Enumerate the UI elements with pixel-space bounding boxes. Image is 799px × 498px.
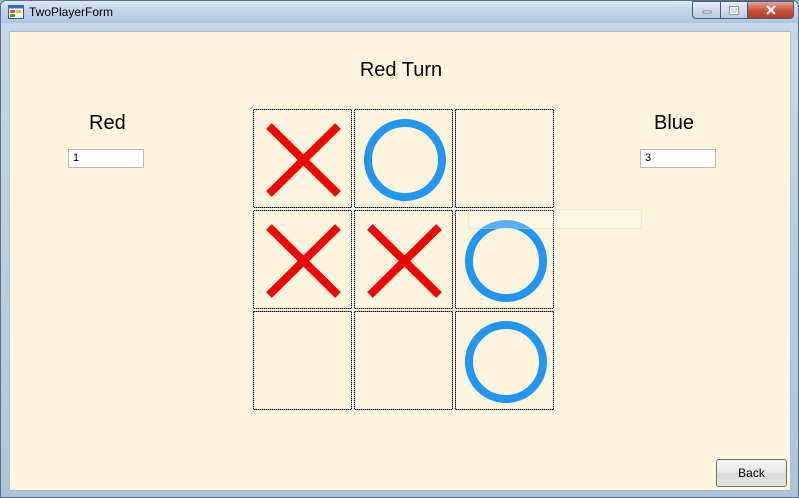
board-cell-2-0[interactable] (253, 311, 352, 410)
board-cell-1-0[interactable] (253, 210, 352, 309)
board-cell-1-1[interactable] (354, 210, 453, 309)
window-title: TwoPlayerForm (29, 5, 114, 19)
x-mark-icon (266, 224, 341, 298)
app-icon (8, 5, 24, 19)
turn-label: Red Turn (359, 59, 443, 81)
board-cell-2-2[interactable] (455, 311, 554, 410)
title-bar[interactable]: TwoPlayerForm (1, 1, 798, 23)
red-player-label: Red (89, 112, 126, 134)
app-window: TwoPlayerForm Red Turn Red 1 Blue 3 Back (0, 0, 799, 498)
board-cell-0-1[interactable] (354, 109, 453, 208)
maximize-icon (729, 5, 739, 15)
game-panel: Red Turn Red 1 Blue 3 Back (9, 31, 791, 491)
blue-score-field[interactable]: 3 (640, 149, 716, 168)
game-board (253, 109, 556, 412)
close-button[interactable] (747, 1, 794, 19)
o-mark-icon (364, 119, 446, 201)
red-score-field[interactable]: 1 (68, 149, 144, 168)
board-cell-0-0[interactable] (253, 109, 352, 208)
overlay-artifact (468, 209, 642, 229)
close-icon (765, 5, 776, 15)
x-mark-icon (266, 123, 341, 197)
board-cell-2-1[interactable] (354, 311, 453, 410)
blue-player-label: Blue (654, 112, 695, 134)
caption-buttons (692, 1, 794, 19)
board-cell-0-2[interactable] (455, 109, 554, 208)
back-button[interactable]: Back (716, 459, 787, 487)
maximize-button[interactable] (720, 1, 747, 19)
x-mark-icon (367, 224, 442, 298)
minimize-button[interactable] (692, 1, 720, 19)
minimize-icon (702, 10, 711, 14)
o-mark-icon (465, 321, 547, 403)
